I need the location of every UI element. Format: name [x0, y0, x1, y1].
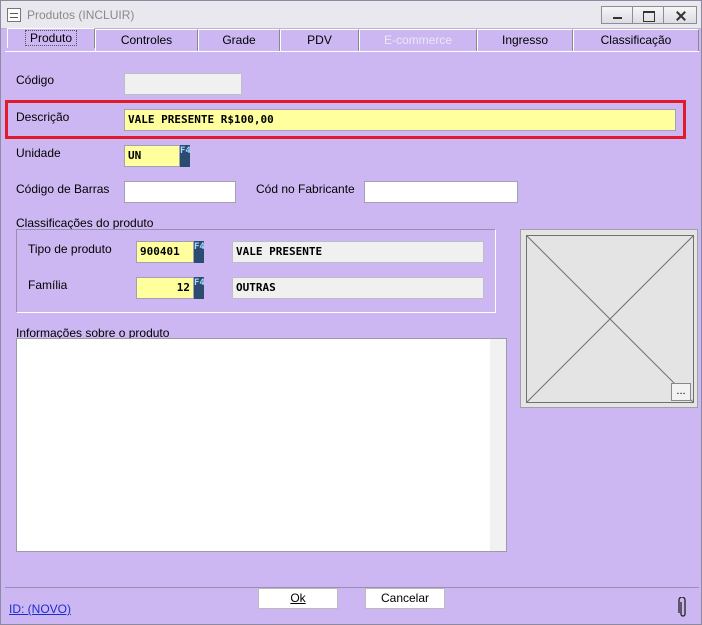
- cod-fabricante-field[interactable]: [364, 181, 518, 203]
- tab-pdv[interactable]: PDV: [280, 29, 359, 51]
- cancel-button[interactable]: Cancelar: [365, 588, 445, 609]
- unidade-field[interactable]: UN: [124, 145, 180, 167]
- empty-image-icon: [526, 235, 694, 403]
- descricao-label: Descrição: [16, 110, 70, 124]
- descricao-field[interactable]: VALE PRESENTE R$100,00: [124, 109, 676, 131]
- title-bar[interactable]: Produtos (INCLUIR): [1, 1, 701, 29]
- ok-button[interactable]: Ok: [258, 588, 338, 609]
- product-window: Produtos (INCLUIR) Produto Controles Gra…: [0, 0, 702, 625]
- window-title: Produtos (INCLUIR): [27, 8, 135, 22]
- tipo-produto-lookup-button[interactable]: F4: [194, 241, 205, 263]
- tipo-produto-description: VALE PRESENTE: [232, 241, 484, 263]
- familia-code[interactable]: 12: [136, 277, 194, 299]
- paperclip-icon[interactable]: [678, 597, 688, 619]
- tab-divider: [5, 51, 699, 52]
- cod-fabricante-label: Cód no Fabricante: [256, 182, 355, 196]
- tab-bar: Produto Controles Grade PDV E-commerce I…: [5, 28, 699, 51]
- minimize-button[interactable]: [601, 6, 633, 24]
- product-image-panel[interactable]: ...: [520, 229, 698, 408]
- footer-divider: [5, 587, 699, 588]
- tab-classificacao[interactable]: Classificação: [573, 29, 699, 51]
- tab-ecommerce: E-commerce: [359, 29, 477, 51]
- informacoes-textarea[interactable]: [16, 338, 507, 552]
- classificacoes-title: Classificações do produto: [16, 216, 154, 230]
- browse-image-button[interactable]: ...: [671, 383, 691, 401]
- close-button[interactable]: [663, 6, 697, 24]
- codigo-barras-label: Código de Barras: [16, 182, 110, 196]
- tipo-produto-label: Tipo de produto: [28, 242, 112, 256]
- informacoes-scrollbar[interactable]: [490, 339, 506, 551]
- tab-produto[interactable]: Produto: [7, 28, 95, 48]
- unidade-label: Unidade: [16, 146, 61, 160]
- tab-controles[interactable]: Controles: [95, 29, 198, 51]
- familia-description: OUTRAS: [232, 277, 484, 299]
- familia-lookup-button[interactable]: F4: [194, 277, 205, 299]
- app-grid-icon: [7, 8, 21, 22]
- unidade-lookup-button[interactable]: F4: [180, 145, 191, 167]
- tab-ingresso[interactable]: Ingresso: [477, 29, 573, 51]
- window-controls: [601, 6, 697, 24]
- codigo-field[interactable]: [124, 73, 242, 95]
- codigo-barras-field[interactable]: [124, 181, 236, 203]
- tipo-produto-code[interactable]: 900401: [136, 241, 194, 263]
- tab-grade[interactable]: Grade: [198, 29, 280, 51]
- codigo-label: Código: [16, 73, 55, 87]
- maximize-button[interactable]: [632, 6, 664, 24]
- familia-label: Família: [28, 278, 68, 292]
- id-link[interactable]: ID: (NOVO): [9, 602, 71, 616]
